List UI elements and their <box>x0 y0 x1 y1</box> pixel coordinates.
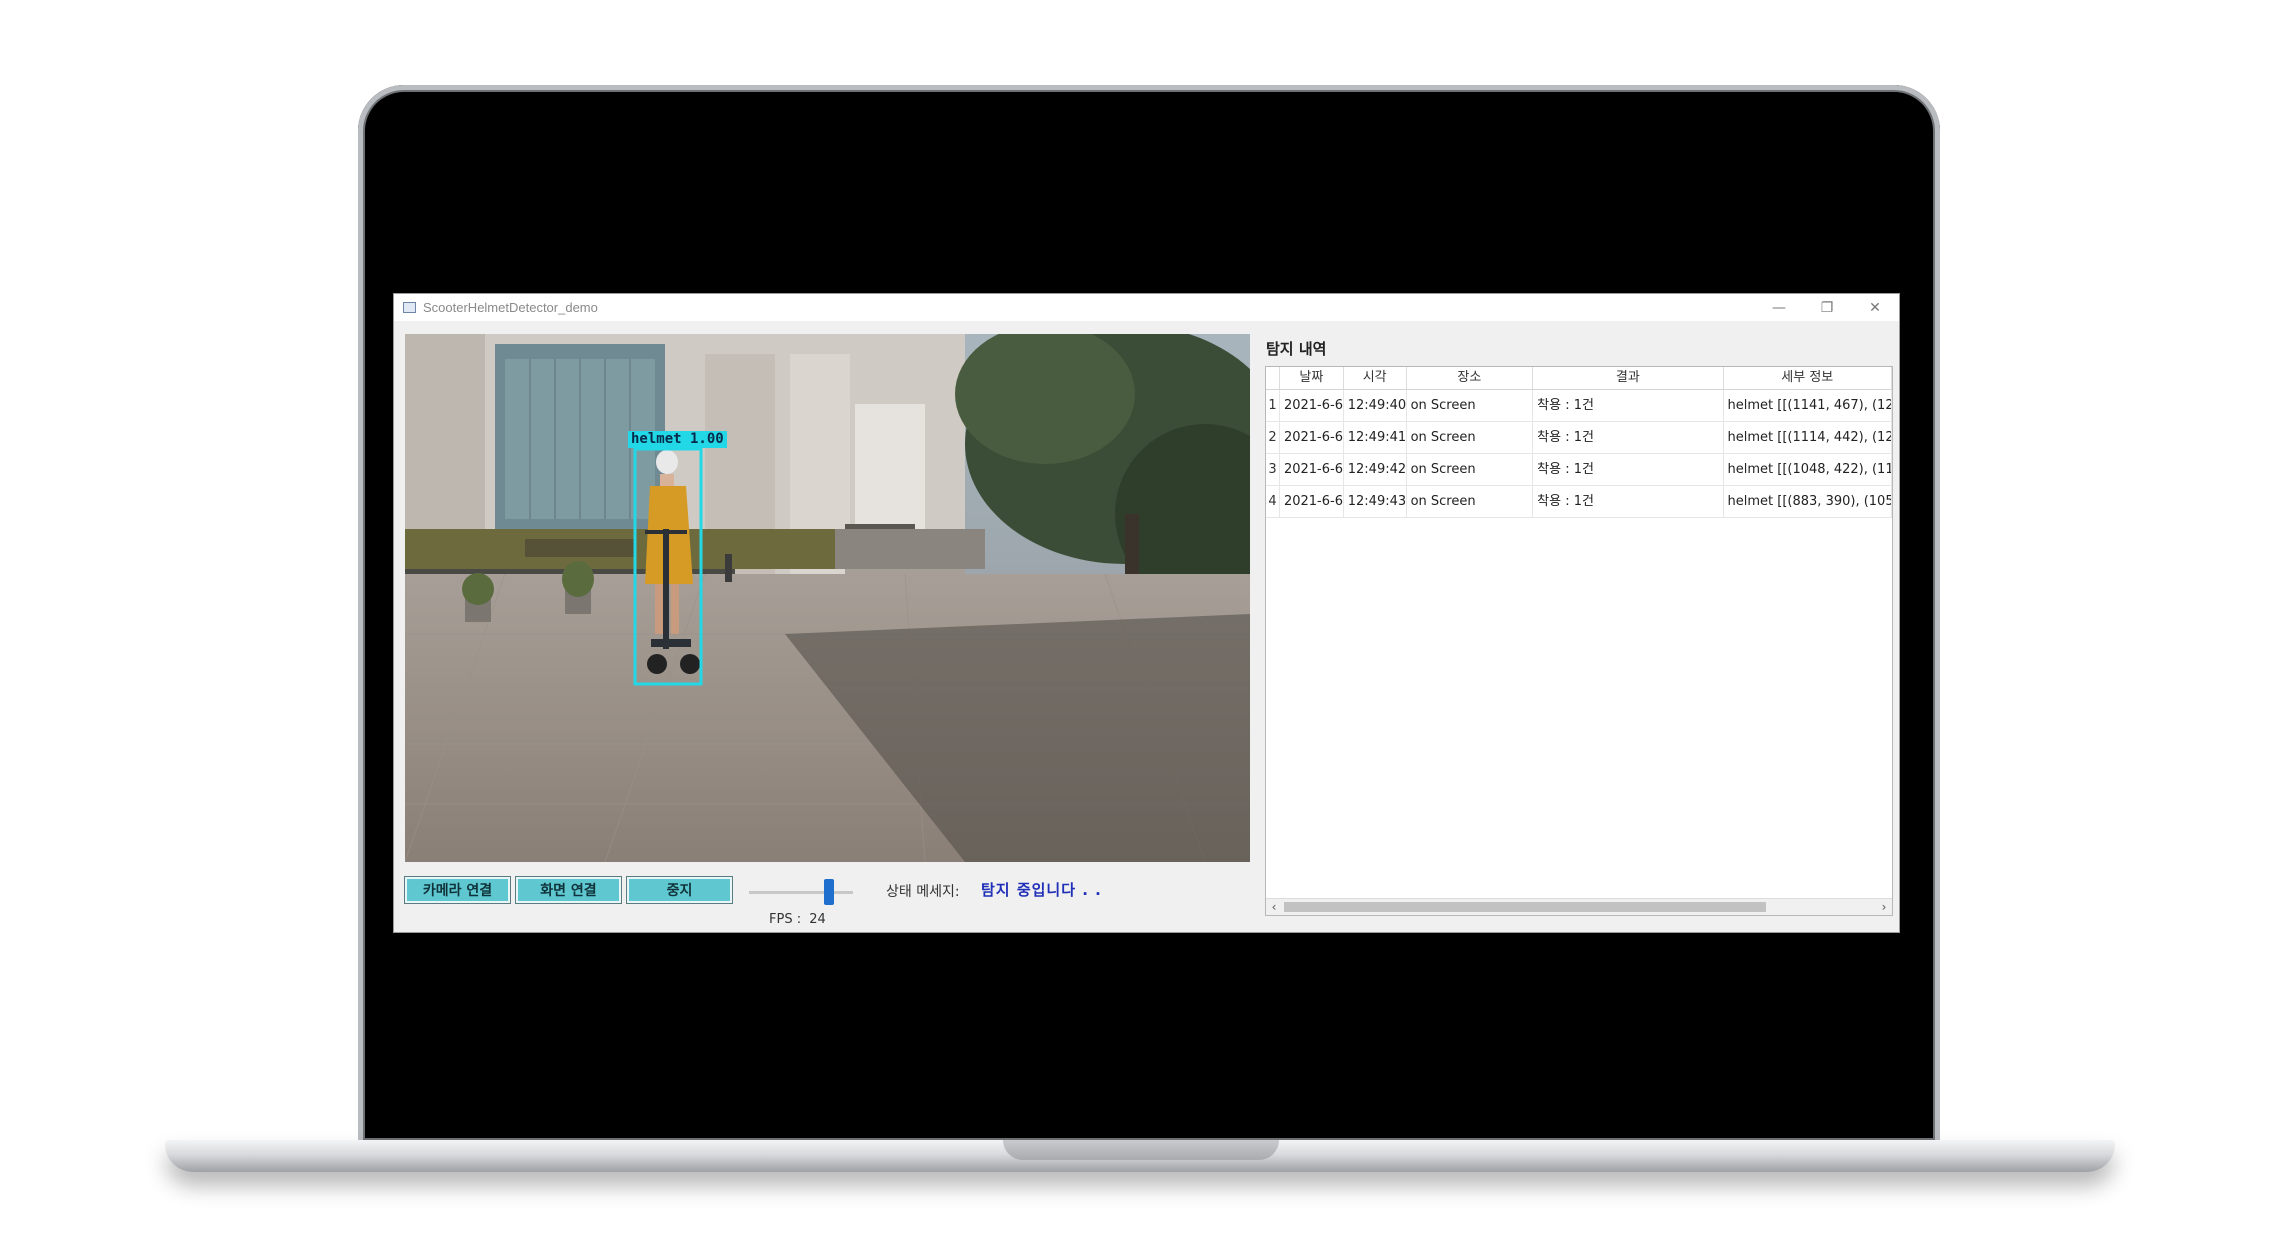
window-title: ScooterHelmetDetector_demo <box>423 300 598 315</box>
video-feed: helmet 1.00 <box>405 334 1250 862</box>
cell-result: 착용 : 1건 <box>1533 486 1724 517</box>
cell-place: on Screen <box>1407 454 1534 485</box>
title-bar[interactable]: ScooterHelmetDetector_demo — ❐ ✕ <box>394 294 1899 321</box>
cell-detail: helmet [[(883, 390), (1055, ... <box>1724 486 1892 517</box>
minimize-button[interactable]: — <box>1755 294 1803 321</box>
cell-date: 2021-6-6 <box>1280 390 1344 421</box>
laptop-notch <box>1003 1140 1279 1160</box>
cell-result: 착용 : 1건 <box>1533 454 1724 485</box>
fps-readout: FPS : 24 <box>769 912 826 927</box>
column-header-detail[interactable]: 세부 정보 <box>1724 367 1892 389</box>
table-row[interactable]: 1 2021-6-6 12:49:40 on Screen 착용 : 1건 he… <box>1266 390 1892 422</box>
cell-date: 2021-6-6 <box>1280 486 1344 517</box>
column-header-place[interactable]: 장소 <box>1407 367 1534 389</box>
scroll-right-icon[interactable]: › <box>1876 899 1892 915</box>
row-number: 4 <box>1266 486 1280 517</box>
cell-detail: helmet [[(1141, 467), (1240, <box>1724 390 1892 421</box>
column-header-date[interactable]: 날짜 <box>1280 367 1344 389</box>
screen-connect-button[interactable]: 화면 연결 <box>516 877 621 903</box>
cell-time: 12:49:43 <box>1344 486 1407 517</box>
fps-label: FPS : <box>769 912 802 927</box>
close-button[interactable]: ✕ <box>1851 294 1899 321</box>
fps-value: 24 <box>809 912 826 927</box>
scrollbar-thumb[interactable] <box>1284 902 1766 912</box>
column-header-result[interactable]: 결과 <box>1533 367 1724 389</box>
cell-result: 착용 : 1건 <box>1533 422 1724 453</box>
row-number: 1 <box>1266 390 1280 421</box>
row-number-header <box>1266 367 1280 389</box>
stop-button[interactable]: 중지 <box>627 877 732 903</box>
cell-detail: helmet [[(1048, 422), (1179, <box>1724 454 1892 485</box>
fps-slider-thumb[interactable] <box>824 879 834 905</box>
cell-result: 착용 : 1건 <box>1533 390 1724 421</box>
window-controls: — ❐ ✕ <box>1755 294 1899 321</box>
cell-detail: helmet [[(1114, 442), (1220, <box>1724 422 1892 453</box>
detection-history-title: 탐지 내역 <box>1266 340 1327 358</box>
table-row[interactable]: 3 2021-6-6 12:49:42 on Screen 착용 : 1건 he… <box>1266 454 1892 486</box>
app-window: ScooterHelmetDetector_demo — ❐ ✕ helmet … <box>393 293 1900 933</box>
horizontal-scrollbar[interactable]: ‹ › <box>1266 898 1892 915</box>
detection-label: helmet 1.00 <box>628 431 727 448</box>
cell-date: 2021-6-6 <box>1280 454 1344 485</box>
cell-place: on Screen <box>1407 486 1534 517</box>
camera-connect-button[interactable]: 카메라 연결 <box>405 877 510 903</box>
status-label: 상태 메세지: <box>886 884 960 900</box>
detection-table[interactable]: 날짜 시각 장소 결과 세부 정보 1 2021-6-6 12:49:40 on… <box>1265 366 1893 916</box>
cell-time: 12:49:41 <box>1344 422 1407 453</box>
table-row[interactable]: 4 2021-6-6 12:49:43 on Screen 착용 : 1건 he… <box>1266 486 1892 518</box>
scroll-left-icon[interactable]: ‹ <box>1266 899 1282 915</box>
app-icon <box>403 302 416 313</box>
cell-date: 2021-6-6 <box>1280 422 1344 453</box>
table-header: 날짜 시각 장소 결과 세부 정보 <box>1266 367 1892 390</box>
cell-time: 12:49:40 <box>1344 390 1407 421</box>
cell-place: on Screen <box>1407 422 1534 453</box>
row-number: 2 <box>1266 422 1280 453</box>
row-number: 3 <box>1266 454 1280 485</box>
column-header-time[interactable]: 시각 <box>1344 367 1407 389</box>
status-message: 탐지 중입니다 . . <box>981 881 1102 899</box>
maximize-button[interactable]: ❐ <box>1803 294 1851 321</box>
street-scene-image <box>405 334 1250 862</box>
fps-slider-track[interactable] <box>749 891 853 894</box>
table-row[interactable]: 2 2021-6-6 12:49:41 on Screen 착용 : 1건 he… <box>1266 422 1892 454</box>
cell-time: 12:49:42 <box>1344 454 1407 485</box>
cell-place: on Screen <box>1407 390 1534 421</box>
